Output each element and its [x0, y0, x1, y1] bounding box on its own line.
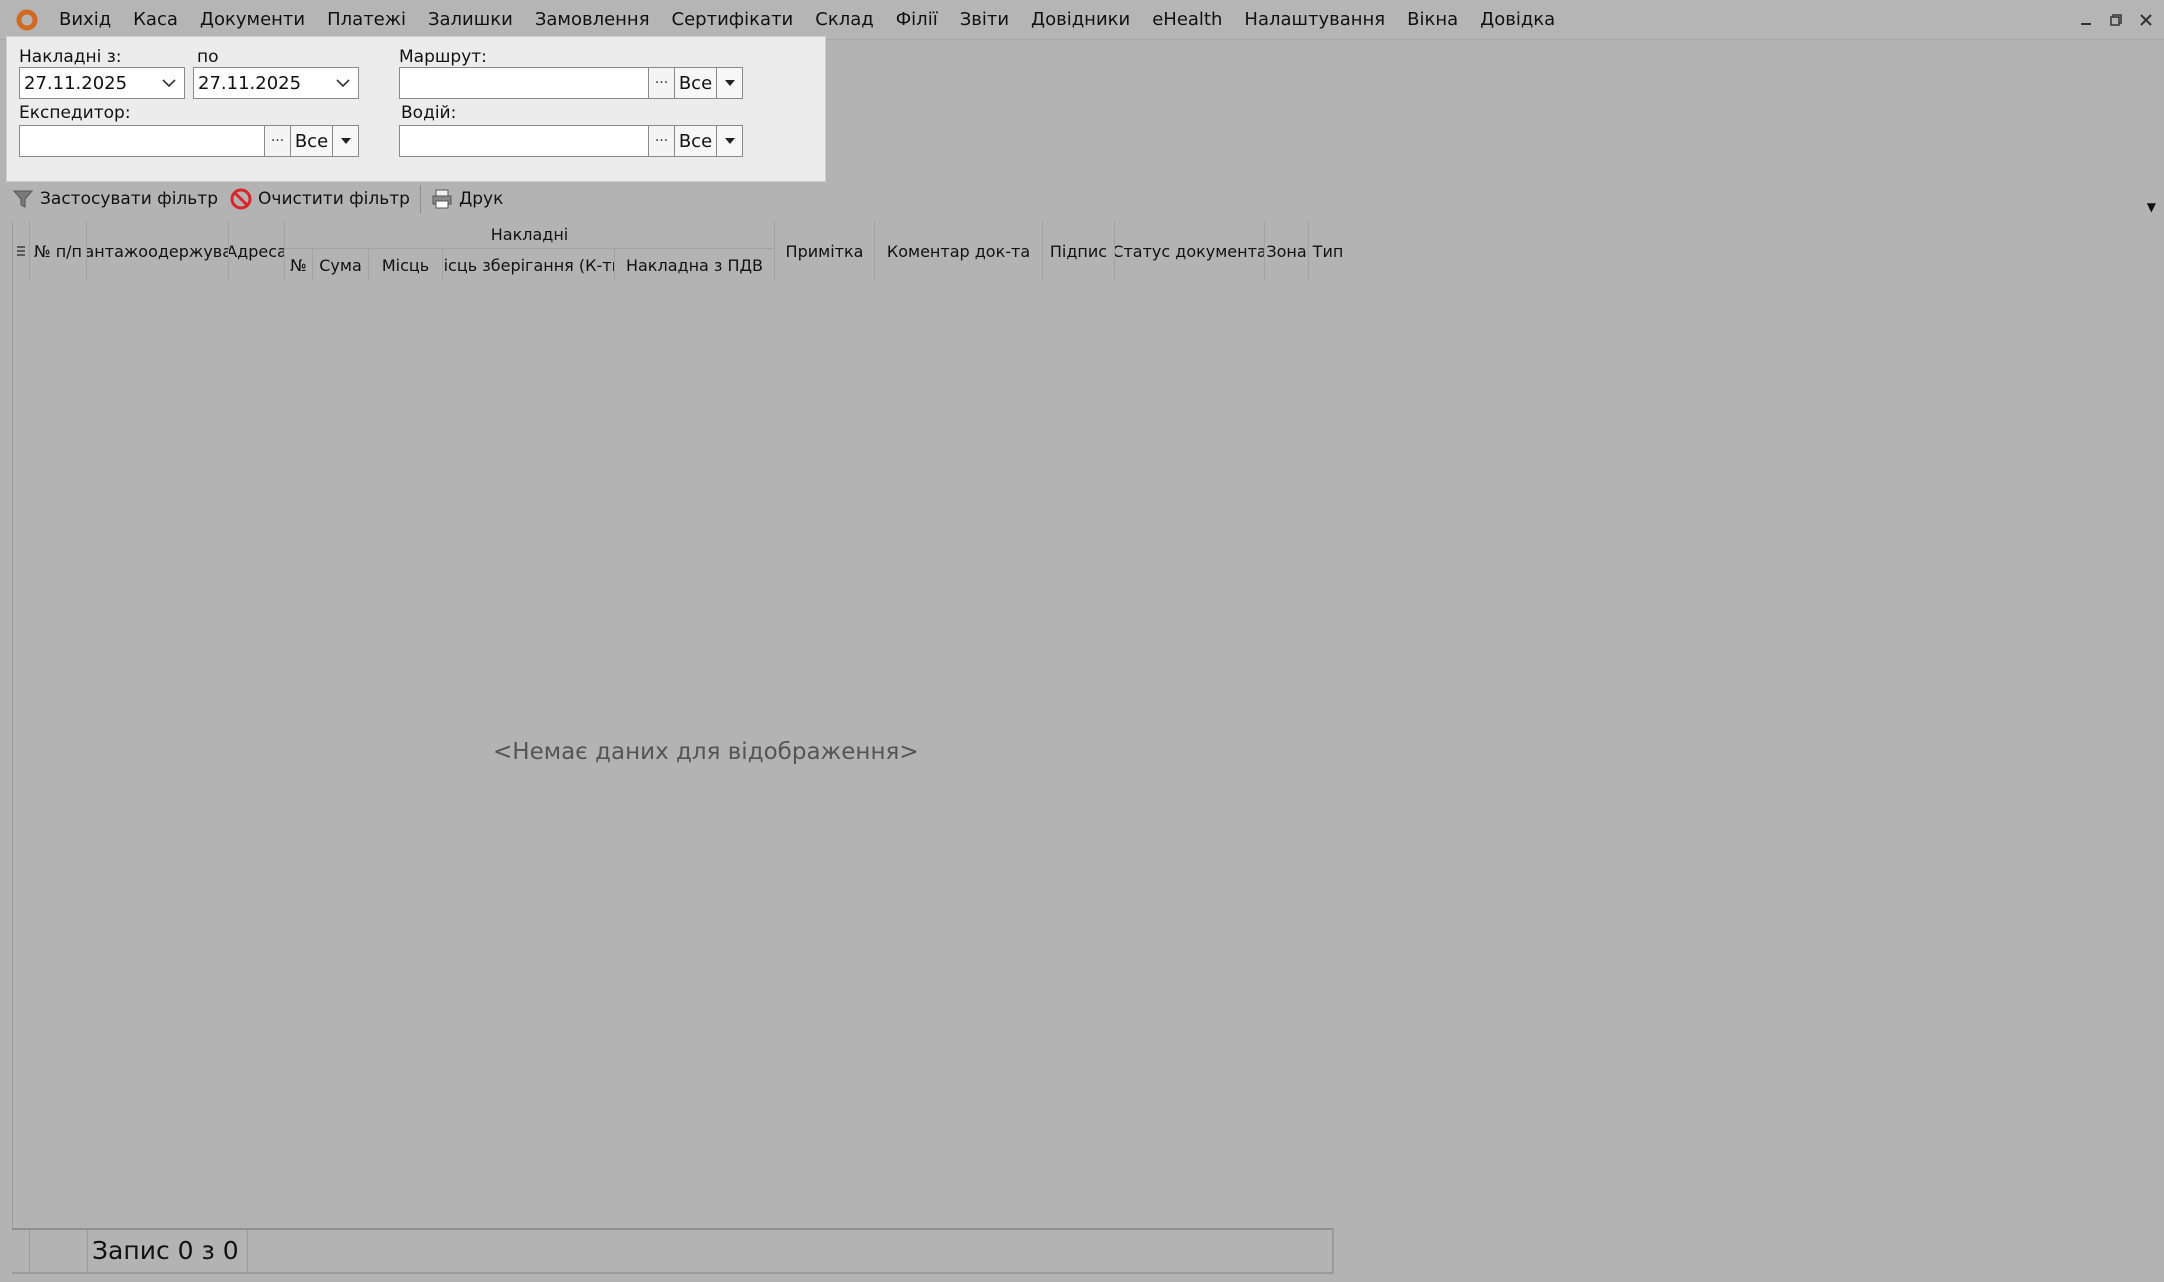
column-storage-places[interactable]: Місць зберігання (К-ть)	[443, 249, 615, 281]
column-address[interactable]: Адреса	[229, 221, 285, 281]
column-note[interactable]: Примітка	[775, 221, 875, 281]
invoices-from-value: 27.11.2025	[24, 72, 128, 94]
invoices-grid: № п/п Вантажоодержувач Адреса Накладні №…	[12, 221, 2121, 1271]
caret-down-icon	[724, 138, 735, 144]
column-doc-comment[interactable]: Коментар док-та	[875, 221, 1043, 281]
menu-cash[interactable]: Каса	[122, 0, 189, 40]
menu-settings[interactable]: Налаштування	[1233, 0, 1396, 40]
driver-all-button[interactable]: Все	[675, 125, 717, 157]
route-input[interactable]	[399, 67, 649, 99]
menu-orders[interactable]: Замовлення	[524, 0, 661, 40]
menu-reports[interactable]: Звіти	[949, 0, 1020, 40]
menu-windows[interactable]: Вікна	[1396, 0, 1469, 40]
invoices-from-date-input[interactable]: 27.11.2025	[19, 67, 185, 99]
menu-help[interactable]: Довідка	[1469, 0, 1566, 40]
filter-panel: Накладні з: 27.11.2025 по 27.11.2025 Мар…	[6, 36, 826, 182]
forwarder-input[interactable]	[19, 125, 265, 157]
apply-filter-button[interactable]: Застосувати фільтр	[6, 184, 224, 214]
to-date-input[interactable]: 27.11.2025	[193, 67, 359, 99]
route-lookup: ··· Все	[399, 67, 743, 99]
invoices-from-label: Накладні з:	[19, 47, 122, 67]
column-zone[interactable]: Зона	[1265, 221, 1309, 281]
forwarder-dropdown-button[interactable]	[333, 125, 359, 157]
menu-exit[interactable]: Вихід	[48, 0, 122, 40]
menu-ehealth[interactable]: eHealth	[1141, 0, 1233, 40]
menu-documents[interactable]: Документи	[189, 0, 316, 40]
column-signature[interactable]: Підпис	[1043, 221, 1115, 281]
window-controls	[2074, 8, 2158, 32]
driver-input[interactable]	[399, 125, 649, 157]
driver-label: Водій:	[401, 103, 457, 123]
column-vat-invoice[interactable]: Накладна з ПДВ	[615, 249, 775, 281]
column-consignee[interactable]: Вантажоодержувач	[87, 221, 229, 281]
status-bar: Запис 0 з 0	[12, 1228, 1334, 1274]
caret-down-icon	[724, 80, 735, 86]
status-cell-indicator	[12, 1230, 30, 1272]
column-number[interactable]: № п/п	[30, 221, 87, 281]
toolbar: Застосувати фільтр Очистити фільтр Друк …	[6, 182, 2156, 216]
column-doc-number[interactable]: №	[285, 249, 313, 281]
menu-balances[interactable]: Залишки	[417, 0, 524, 40]
driver-dropdown-button[interactable]	[717, 125, 743, 157]
status-cell-spacer	[30, 1230, 88, 1272]
no-entry-icon	[230, 188, 252, 210]
minimize-icon[interactable]	[2074, 8, 2098, 32]
menu-payments[interactable]: Платежі	[316, 0, 417, 40]
driver-browse-button[interactable]: ···	[649, 125, 675, 157]
forwarder-label: Експедитор:	[19, 103, 131, 123]
to-label: по	[197, 47, 219, 67]
chevron-down-icon[interactable]	[334, 74, 352, 92]
column-chooser-icon[interactable]	[13, 221, 30, 281]
restore-icon[interactable]	[2104, 8, 2128, 32]
route-label: Маршрут:	[399, 47, 487, 67]
column-group-invoices: Накладні	[285, 221, 775, 249]
column-type[interactable]: Тип	[1309, 221, 1347, 281]
print-label: Друк	[458, 189, 504, 209]
clear-filter-button[interactable]: Очистити фільтр	[224, 184, 416, 214]
printer-icon	[432, 189, 452, 209]
route-all-button[interactable]: Все	[675, 67, 717, 99]
menu-directories[interactable]: Довідники	[1020, 0, 1141, 40]
forwarder-browse-button[interactable]: ···	[265, 125, 291, 157]
filter-icon	[12, 190, 34, 208]
menu-warehouse[interactable]: Склад	[804, 0, 884, 40]
app-logo-icon[interactable]	[14, 7, 40, 33]
close-icon[interactable]	[2134, 8, 2158, 32]
grid-header: № п/п Вантажоодержувач Адреса Накладні №…	[13, 221, 2121, 281]
print-button[interactable]: Друк	[425, 184, 509, 214]
menu-branches[interactable]: Філії	[885, 0, 949, 40]
menu-bar: Вихід Каса Документи Платежі Залишки Зам…	[0, 0, 2164, 40]
column-places[interactable]: Місць	[369, 249, 443, 281]
route-dropdown-button[interactable]	[717, 67, 743, 99]
menu-certificates[interactable]: Сертифікати	[661, 0, 805, 40]
column-doc-status[interactable]: Статус документа	[1115, 221, 1265, 281]
clear-filter-label: Очистити фільтр	[258, 189, 410, 209]
forwarder-all-button[interactable]: Все	[291, 125, 333, 157]
empty-grid-message: <Немає даних для відображення>	[493, 739, 919, 765]
caret-down-icon	[340, 138, 351, 144]
driver-lookup: ··· Все	[399, 125, 743, 157]
chevron-down-icon[interactable]	[160, 74, 178, 92]
toolbar-overflow-icon[interactable]: ▼	[2147, 200, 2156, 214]
toolbar-separator	[419, 185, 421, 213]
to-date-value: 27.11.2025	[198, 72, 302, 94]
column-sum[interactable]: Сума	[313, 249, 369, 281]
route-browse-button[interactable]: ···	[649, 67, 675, 99]
forwarder-lookup: ··· Все	[19, 125, 359, 157]
record-count: Запис 0 з 0	[92, 1230, 248, 1272]
apply-filter-label: Застосувати фільтр	[40, 189, 219, 209]
